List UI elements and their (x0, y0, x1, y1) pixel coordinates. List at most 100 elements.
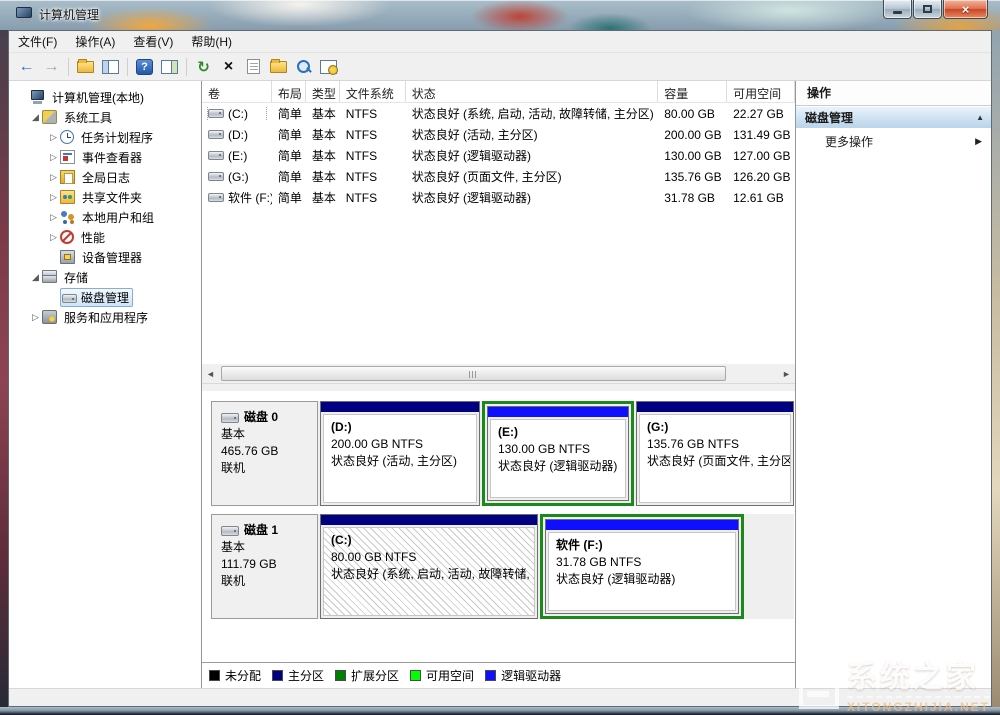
scroll-left-icon[interactable]: ◄ (202, 365, 219, 382)
open-folder-icon[interactable] (267, 56, 290, 78)
collapse-icon[interactable]: ▲ (976, 113, 984, 122)
column-header-layout[interactable]: 布局 (272, 81, 306, 102)
scrollbar-track[interactable] (219, 365, 778, 382)
column-header-free-space[interactable]: 可用空间 (727, 81, 795, 102)
tree-item-shared-folders[interactable]: ▷ 共享文件夹 (9, 187, 201, 207)
tree-item-event-viewer[interactable]: ▷ 事件查看器 (9, 147, 201, 167)
refresh-icon[interactable]: ↻ (192, 56, 215, 78)
partition-label: 软件 (F:) (556, 537, 728, 554)
tree-item-disk-management[interactable]: 磁盘管理 (9, 287, 201, 307)
tree-item-task-scheduler[interactable]: ▷ 任务计划程序 (9, 127, 201, 147)
volume-type: 基本 (306, 105, 340, 122)
partition-f[interactable]: 软件 (F:) 31.78 GB NTFS 状态良好 (逻辑驱动器) (545, 519, 739, 614)
delete-icon[interactable]: × (217, 56, 240, 78)
partition-status: 状态良好 (活动, 主分区) (331, 453, 469, 470)
column-header-capacity[interactable]: 容量 (658, 81, 727, 102)
scroll-right-icon[interactable]: ► (778, 365, 795, 382)
expander-icon[interactable]: ▷ (47, 232, 60, 243)
menu-view[interactable]: 查看(V) (124, 30, 182, 53)
volume-row-f[interactable]: 软件 (F:) 简单 基本 NTFS 状态良好 (逻辑驱动器) 31.78 GB… (202, 187, 795, 208)
actions-group-disk-management[interactable]: 磁盘管理 ▲ (796, 106, 991, 128)
find-icon[interactable] (292, 56, 315, 78)
maximize-button[interactable] (913, 0, 942, 19)
volume-row-c[interactable]: (C:) 简单 基本 NTFS 状态良好 (系统, 启动, 活动, 故障转储, … (202, 103, 795, 124)
menu-help[interactable]: 帮助(H) (182, 30, 241, 53)
task-scheduler-icon (60, 130, 74, 144)
partition-g[interactable]: (G:) 135.76 GB NTFS 状态良好 (页面文件, 主分区) (636, 401, 794, 506)
show-action-pane-icon[interactable] (158, 56, 181, 78)
tree-item-global-log[interactable]: ▷ 全局日志 (9, 167, 201, 187)
volume-icon (208, 130, 224, 139)
tree-item-device-manager[interactable]: 设备管理器 (9, 247, 201, 267)
forward-icon[interactable]: → (40, 56, 63, 78)
column-header-filesystem[interactable]: 文件系统 (340, 81, 406, 102)
volume-type: 基本 (306, 126, 340, 143)
volume-icon (208, 172, 224, 181)
expander-icon[interactable]: ▷ (47, 152, 60, 163)
tree-item-services-applications[interactable]: ▷ 服务和应用程序 (9, 307, 201, 327)
expander-icon[interactable]: ◢ (29, 112, 42, 123)
expander-icon[interactable]: ▷ (29, 312, 42, 323)
logical-drive-bar (488, 407, 628, 417)
help-icon[interactable]: ? (133, 56, 156, 78)
storage-icon (42, 270, 57, 284)
disk-status: 联机 (221, 460, 308, 477)
expander-icon[interactable]: ▷ (47, 172, 60, 183)
toolbar: ← → ? ↻ × (9, 53, 991, 81)
settings-window-icon[interactable] (317, 56, 340, 78)
disk-1-row: 磁盘 1 基本 111.79 GB 联机 (C:) 80.00 GB NTFS … (211, 514, 794, 619)
tree-item-storage[interactable]: ◢ 存储 (9, 267, 201, 287)
minimize-button[interactable] (883, 0, 912, 19)
maximize-icon (923, 5, 932, 13)
tree-item-local-users-groups[interactable]: ▷ 本地用户和组 (9, 207, 201, 227)
selected-tree-item[interactable]: 磁盘管理 (60, 288, 133, 307)
expander-icon[interactable]: ◢ (29, 272, 42, 283)
logical-drive-bar (546, 520, 738, 530)
tree-item-computer-management[interactable]: 计算机管理(本地) (9, 87, 201, 107)
tree-item-system-tools[interactable]: ◢ 系统工具 (9, 107, 201, 127)
pane-splitter[interactable] (202, 383, 795, 391)
volume-row-g[interactable]: (G:) 简单 基本 NTFS 状态良好 (页面文件, 主分区) 135.76 … (202, 166, 795, 187)
tree-item-label: 性能 (78, 228, 108, 247)
menu-file[interactable]: 文件(F) (9, 30, 66, 53)
tree-item-performance[interactable]: ▷ 性能 (9, 227, 201, 247)
global-log-icon (60, 170, 75, 184)
close-button[interactable]: × (943, 0, 988, 19)
legend-label: 逻辑驱动器 (501, 667, 561, 684)
volume-name: (E:) (228, 149, 247, 163)
expander-icon[interactable]: ▷ (47, 132, 60, 143)
volume-name: 软件 (F:) (228, 189, 272, 206)
volume-type: 基本 (306, 189, 340, 206)
expander-icon[interactable]: ▷ (47, 192, 60, 203)
partition-e[interactable]: (E:) 130.00 GB NTFS 状态良好 (逻辑驱动器) (487, 406, 629, 501)
volume-row-d[interactable]: (D:) 简单 基本 NTFS 状态良好 (活动, 主分区) 200.00 GB… (202, 124, 795, 145)
volume-free-space: 12.61 GB (727, 191, 795, 205)
properties-icon[interactable] (242, 56, 265, 78)
menu-action[interactable]: 操作(A) (66, 30, 124, 53)
horizontal-scrollbar[interactable]: ◄ ► (202, 364, 795, 383)
minimize-icon (893, 11, 902, 14)
partition-c-selected[interactable]: (C:) 80.00 GB NTFS 状态良好 (系统, 启动, 活动, 故障转… (320, 514, 538, 619)
partition-label: (G:) (647, 419, 783, 436)
more-actions-item[interactable]: 更多操作 ▶ (796, 128, 991, 154)
volume-layout: 简单 (272, 189, 306, 206)
column-header-volume[interactable]: 卷 (202, 81, 272, 102)
partition-d[interactable]: (D:) 200.00 GB NTFS 状态良好 (活动, 主分区) (320, 401, 480, 506)
column-header-status[interactable]: 状态 (406, 81, 659, 102)
export-list-icon[interactable] (74, 56, 97, 78)
expander-icon[interactable]: ▷ (47, 212, 60, 223)
partition-label: (E:) (498, 424, 618, 441)
disk-management-icon (62, 294, 77, 303)
menu-bar: 文件(F) 操作(A) 查看(V) 帮助(H) (9, 31, 991, 53)
partition-status: 状态良好 (页面文件, 主分区) (647, 453, 783, 470)
back-icon[interactable]: ← (15, 56, 38, 78)
volume-type: 基本 (306, 147, 340, 164)
disk-0-header[interactable]: 磁盘 0 基本 465.76 GB 联机 (211, 401, 318, 506)
primary-partition-bar (321, 515, 537, 525)
extended-partition-frame: 软件 (F:) 31.78 GB NTFS 状态良好 (逻辑驱动器) (540, 514, 744, 619)
show-console-tree-icon[interactable] (99, 56, 122, 78)
column-header-type[interactable]: 类型 (306, 81, 340, 102)
scrollbar-thumb[interactable] (221, 366, 726, 381)
volume-row-e[interactable]: (E:) 简单 基本 NTFS 状态良好 (逻辑驱动器) 130.00 GB 1… (202, 145, 795, 166)
disk-1-header[interactable]: 磁盘 1 基本 111.79 GB 联机 (211, 514, 318, 619)
